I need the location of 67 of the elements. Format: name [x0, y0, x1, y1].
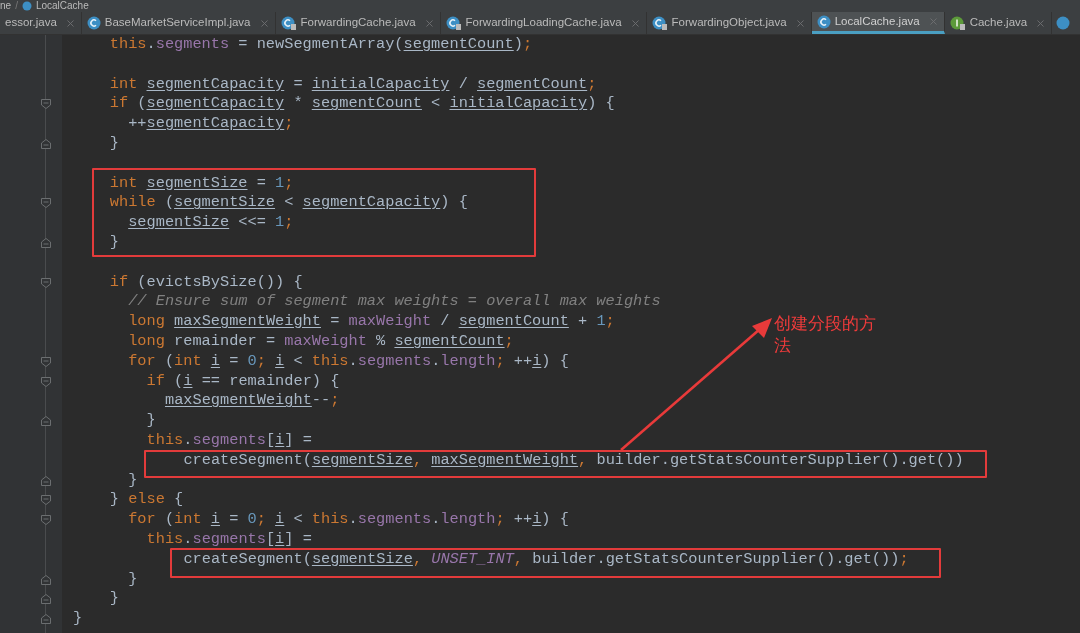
code-line: ++segmentCapacity; [128, 114, 294, 134]
editor-tab[interactable]: ForwardingObject.java [646, 12, 812, 34]
fold-icon[interactable] [40, 98, 52, 111]
close-icon[interactable] [794, 17, 806, 29]
code-line: if (evictsBySize()) { [109, 272, 303, 293]
breadcrumb-item[interactable]: LocalCache [35, 1, 89, 11]
fold-icon[interactable] [40, 236, 52, 249]
code-line: this.segments[i] = [146, 529, 312, 550]
code-line: this.segments[i] = [146, 430, 312, 451]
fold-icon[interactable] [40, 514, 52, 527]
code-line: } [109, 134, 119, 154]
fold-icon[interactable] [40, 355, 52, 368]
class-icon [651, 16, 668, 30]
code-line: if (segmentCapacity * segmentCount < initialCapacity) { [109, 94, 615, 115]
class-icon [1056, 16, 1071, 30]
close-icon[interactable] [258, 17, 270, 29]
code-line: while (segmentSize < segmentCapacity) { [109, 193, 468, 214]
close-icon[interactable] [64, 17, 76, 29]
code-line: } [109, 232, 119, 253]
class-icon [21, 1, 32, 11]
code-line: long maxSegmentWeight = maxWeight / segmentCount + 1; [128, 312, 615, 332]
fold-icon[interactable] [40, 573, 52, 586]
code-line: long remainder = maxWeight % segmentCount; [128, 331, 514, 352]
code-line: } [146, 411, 156, 431]
class-icon [445, 16, 462, 30]
code-line: this.segments = newSegmentArray(segmentCount); [109, 35, 533, 55]
close-icon[interactable] [629, 17, 641, 29]
annotation-label: 创建分段的方法 [774, 313, 877, 357]
close-icon[interactable] [1035, 17, 1047, 29]
editor-tab[interactable]: LocalCache.java [811, 12, 945, 34]
fold-icon[interactable] [40, 474, 52, 487]
breadcrumb-item[interactable]: ne [0, 1, 12, 11]
close-icon[interactable] [927, 16, 939, 27]
fold-icon[interactable] [40, 138, 52, 150]
code-line: } [128, 470, 138, 491]
code-line: } [73, 609, 83, 629]
code-line: createSegment(segmentSize, UNSET_INT, builder.getStatsCounterSupplier().get()); [183, 549, 909, 570]
class-icon [280, 16, 297, 30]
code-line: segmentSize <<= 1; [128, 213, 294, 233]
editor-tab[interactable]: ForwardingCache.java [275, 12, 441, 34]
breadcrumb-separator: / [15, 1, 18, 11]
code-line: for (int i = 0; i < this.segments.length; ++i) { [128, 351, 569, 372]
code-line: } [109, 589, 119, 610]
interface-icon [949, 16, 966, 30]
code-line: } else { [109, 490, 184, 511]
fold-icon[interactable] [40, 375, 52, 388]
fold-icon[interactable] [40, 415, 52, 428]
editor-tab[interactable]: ForwardingLoadingCache.java [440, 12, 647, 34]
code-line: for (int i = 0; i < this.segments.length; ++i) { [128, 510, 569, 530]
editor-tab[interactable]: Cache.java [944, 12, 1053, 34]
fold-icon[interactable] [40, 276, 52, 289]
editor-tab[interactable]: BaseMarketServiceImpl.java [81, 12, 276, 34]
close-icon[interactable] [423, 17, 435, 29]
code-line: // Ensure sum of segment max weights = overall max weights [128, 292, 661, 313]
class-icon [816, 14, 831, 29]
fold-icon[interactable] [40, 197, 52, 210]
code-line: createSegment(segmentSize, maxSegmentWeight, builder.getStatsCounterSupplier().get()) [183, 450, 964, 471]
fold-icon[interactable] [40, 494, 52, 507]
code-line: maxSegmentWeight--; [164, 391, 340, 412]
code-line: int segmentSize = 1; [109, 173, 294, 194]
code-line: int segmentCapacity = initialCapacity / segmentCount; [109, 74, 597, 95]
code-line: if (i == remainder) { [146, 371, 340, 392]
fold-icon[interactable] [40, 593, 52, 606]
class-icon [86, 16, 101, 30]
editor-tab[interactable]: essor.java [0, 12, 82, 34]
fold-icon[interactable] [40, 613, 52, 626]
code-line: } [128, 569, 138, 590]
